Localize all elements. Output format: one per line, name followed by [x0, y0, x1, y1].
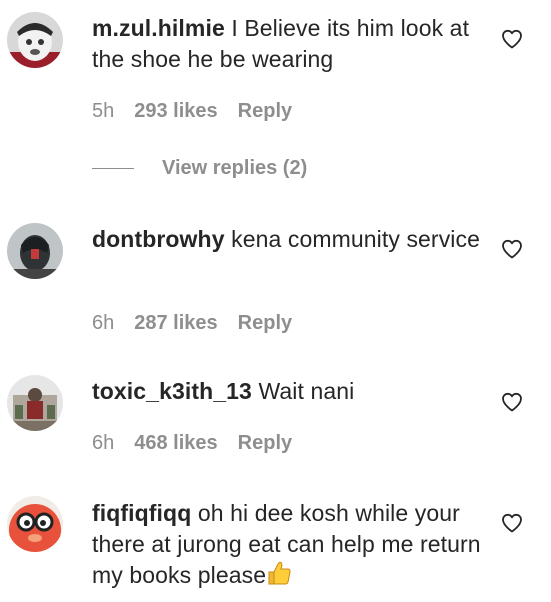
- reply-button[interactable]: Reply: [238, 100, 292, 122]
- divider-line: [92, 168, 134, 170]
- comment-username[interactable]: m.zul.hilmie: [92, 15, 225, 41]
- comment-item: fiqfiqfiqq oh hi dee kosh while your the…: [0, 484, 551, 602]
- comment-likes[interactable]: 468 likes: [134, 432, 217, 454]
- comment-meta: 6h 287 likes Reply: [92, 312, 312, 335]
- heart-icon[interactable]: [500, 390, 524, 414]
- view-replies-label: View replies (2): [162, 157, 308, 179]
- avatar[interactable]: [7, 223, 63, 279]
- comment-username[interactable]: fiqfiqfiqq: [92, 500, 191, 526]
- comment-item: m.zul.hilmie I Believe its him look at t…: [0, 0, 551, 190]
- view-replies-button[interactable]: View replies (2): [92, 157, 307, 180]
- reply-button[interactable]: Reply: [238, 312, 292, 334]
- comment-text-block: fiqfiqfiqq oh hi dee kosh while your the…: [92, 498, 482, 591]
- comment-body: Wait nani: [258, 378, 355, 404]
- heart-icon[interactable]: [500, 511, 524, 535]
- thumbs-up-icon: [268, 561, 291, 585]
- comment-time[interactable]: 5h: [92, 100, 114, 122]
- comment-time[interactable]: 6h: [92, 432, 114, 454]
- comment-body: kena community service: [231, 226, 480, 252]
- comment-username[interactable]: dontbrowhy: [92, 226, 225, 252]
- comment-text-block: m.zul.hilmie I Believe its him look at t…: [92, 13, 482, 75]
- reply-button[interactable]: Reply: [238, 432, 292, 454]
- heart-icon[interactable]: [500, 27, 524, 51]
- comment-item: toxic_k3ith_13 Wait nani 6h 468 likes Repl…: [0, 362, 551, 472]
- comment-meta: 6h 468 likes Reply: [92, 432, 312, 455]
- avatar[interactable]: [7, 12, 63, 68]
- avatar[interactable]: [7, 496, 63, 552]
- comment-text-block: toxic_k3ith_13 Wait nani: [92, 376, 482, 407]
- comment-meta: 5h 293 likes Reply: [92, 100, 312, 123]
- heart-icon[interactable]: [500, 237, 524, 261]
- comment-item: dontbrowhy kena community service 6h 287 …: [0, 210, 551, 350]
- comment-likes[interactable]: 287 likes: [134, 312, 217, 334]
- avatar[interactable]: [7, 375, 63, 431]
- comment-time[interactable]: 6h: [92, 312, 114, 334]
- comment-username[interactable]: toxic_k3ith_13: [92, 378, 252, 404]
- comment-likes[interactable]: 293 likes: [134, 100, 217, 122]
- comment-text-block: dontbrowhy kena community service: [92, 224, 482, 255]
